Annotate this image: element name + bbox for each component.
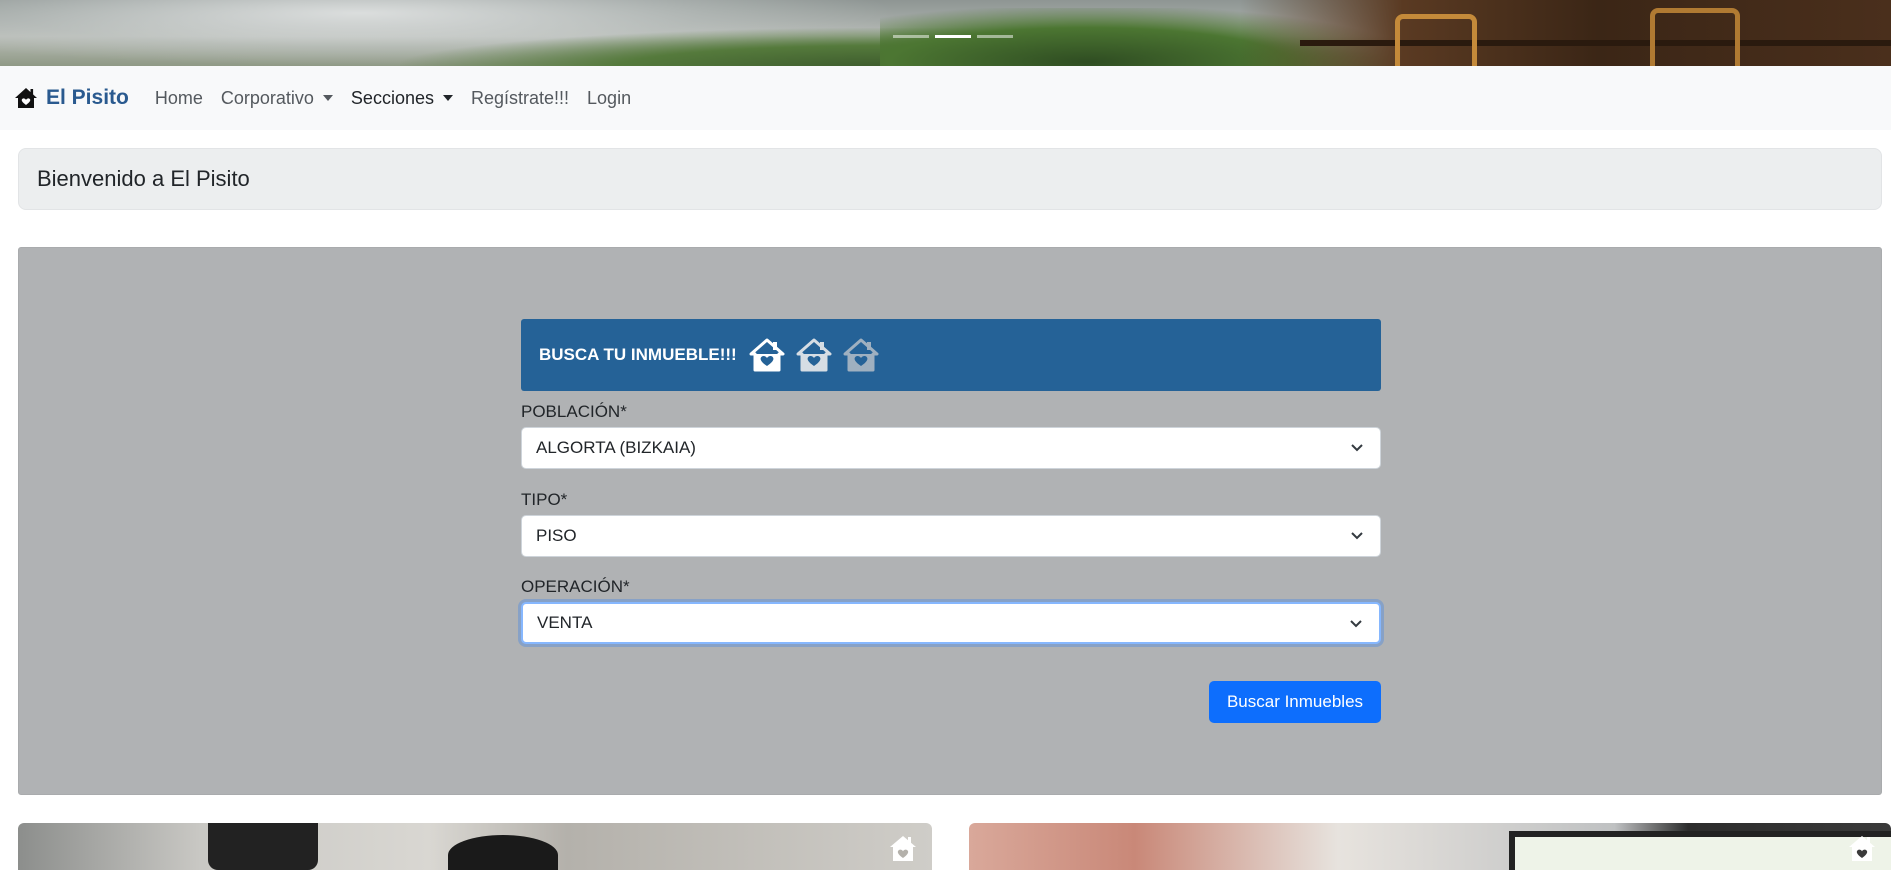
house-heart-icon bbox=[749, 338, 785, 372]
operacion-label: OPERACIÓN* bbox=[521, 577, 630, 596]
tipo-value: PISO bbox=[536, 526, 577, 545]
tipo-label: TIPO* bbox=[521, 490, 568, 509]
nav-home[interactable]: Home bbox=[155, 88, 203, 109]
poblacion-label: POBLACIÓN* bbox=[521, 402, 627, 421]
carousel-indicator-3[interactable] bbox=[977, 35, 1013, 38]
house-heart-icon bbox=[15, 88, 37, 108]
chevron-down-icon bbox=[1350, 620, 1362, 628]
poblacion-value: ALGORTA (BIZKAIA) bbox=[536, 438, 696, 457]
nav-corporativo-dropdown[interactable]: Corporativo bbox=[221, 88, 333, 109]
poblacion-select[interactable]: ALGORTA (BIZKAIA) bbox=[521, 427, 1381, 469]
nav-login-label: Login bbox=[587, 87, 632, 108]
card-photo-object bbox=[208, 823, 318, 870]
carousel-indicator-2[interactable] bbox=[935, 35, 971, 38]
caret-down-icon bbox=[442, 95, 453, 101]
search-header-title: BUSCA TU INMUEBLE!!! bbox=[539, 345, 737, 364]
nav-registrate-label: Regístrate!!! bbox=[470, 87, 570, 108]
house-heart-icon bbox=[890, 836, 916, 861]
hero-chair bbox=[1395, 14, 1477, 66]
house-heart-icon bbox=[1849, 836, 1875, 861]
brand-link[interactable]: El Pisito bbox=[14, 86, 129, 110]
hero-cabin bbox=[1240, 0, 1891, 66]
nav-home-label: Home bbox=[154, 87, 203, 108]
chevron-down-icon bbox=[1351, 532, 1363, 540]
page-title: Bienvenido a El Pisito bbox=[37, 166, 250, 191]
nav-secciones-dropdown[interactable]: Secciones bbox=[351, 88, 453, 109]
chevron-down-icon bbox=[1351, 444, 1363, 452]
carousel-indicator-1[interactable] bbox=[893, 35, 929, 38]
nav-login[interactable]: Login bbox=[587, 88, 631, 109]
search-header: BUSCA TU INMUEBLE!!! bbox=[521, 319, 1381, 391]
operacion-value: VENTA bbox=[537, 613, 593, 632]
hero-beam bbox=[1300, 40, 1891, 46]
operacion-select[interactable]: VENTA bbox=[521, 602, 1381, 644]
nav-corporativo-label: Corporativo bbox=[220, 87, 314, 108]
welcome-banner: Bienvenido a El Pisito bbox=[18, 148, 1882, 210]
carousel-indicators bbox=[893, 35, 1013, 38]
card-photo-laptop-screen bbox=[1509, 831, 1891, 870]
hero-chair bbox=[1650, 8, 1740, 66]
card-photo-object bbox=[448, 835, 558, 870]
nav-secciones-label: Secciones bbox=[350, 87, 434, 108]
search-panel: BUSCA TU INMUEBLE!!! POBLACIÓN* ALGORTA … bbox=[18, 247, 1882, 795]
caret-down-icon bbox=[322, 95, 333, 101]
main-navbar: El Pisito Home Corporativo Secciones Reg… bbox=[0, 66, 1891, 130]
house-heart-icon bbox=[796, 338, 832, 372]
card-image-left[interactable] bbox=[18, 823, 932, 870]
tipo-select[interactable]: PISO bbox=[521, 515, 1381, 557]
nav-registrate[interactable]: Regístrate!!! bbox=[471, 88, 569, 109]
card-image-right[interactable] bbox=[969, 823, 1891, 870]
buscar-inmuebles-button[interactable]: Buscar Inmuebles bbox=[1209, 681, 1381, 723]
brand-name: El Pisito bbox=[46, 86, 129, 109]
house-heart-icon bbox=[843, 338, 879, 372]
hero-carousel bbox=[0, 0, 1891, 66]
